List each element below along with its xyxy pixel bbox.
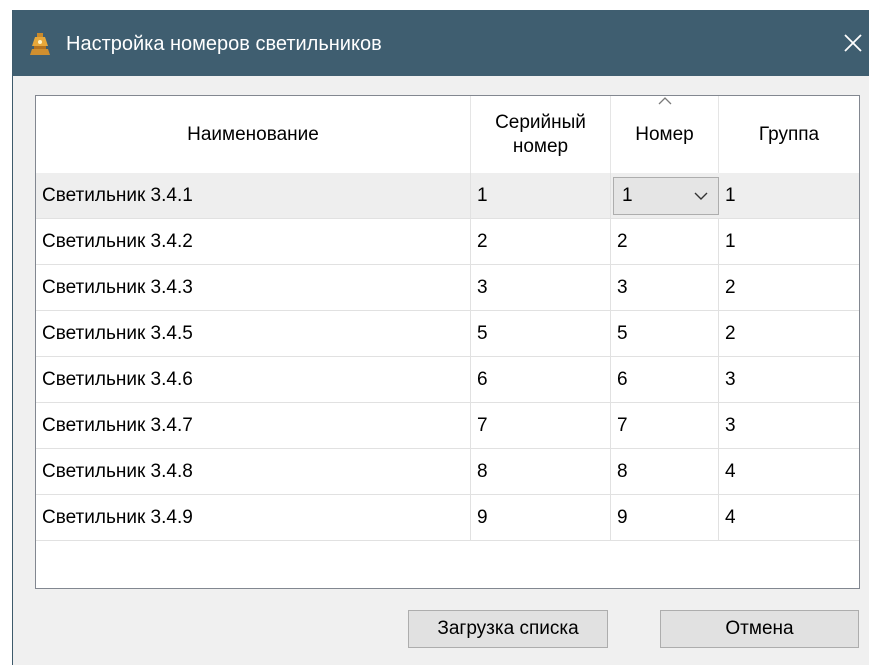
cell-number[interactable]: 3 [611, 265, 719, 310]
cell-serial[interactable]: 6 [471, 357, 611, 402]
cell-group[interactable]: 1 [719, 219, 859, 264]
table-row[interactable]: Светильник 3.4.7 7 7 3 [36, 403, 859, 449]
lamp-icon [30, 33, 50, 55]
cancel-button[interactable]: Отмена [660, 610, 859, 648]
cell-serial[interactable]: 1 [471, 173, 611, 218]
cell-group[interactable]: 3 [719, 357, 859, 402]
column-header-number[interactable]: Номер [611, 96, 719, 173]
cell-number[interactable]: 8 [611, 449, 719, 494]
cell-name[interactable]: Светильник 3.4.8 [36, 449, 471, 494]
cell-serial[interactable]: 5 [471, 311, 611, 356]
fixtures-table[interactable]: Наименование Серийный номер Номер Группа… [35, 95, 860, 589]
dialog-window: Настройка номеров светильников Наименова… [12, 10, 869, 665]
cell-name[interactable]: Светильник 3.4.1 [36, 173, 471, 218]
table-row[interactable]: Светильник 3.4.1 1 1 1 [36, 173, 859, 219]
cell-number[interactable]: 2 [611, 219, 719, 264]
table-row[interactable]: Светильник 3.4.2 2 2 1 [36, 219, 859, 265]
cell-number[interactable]: 9 [611, 495, 719, 540]
cell-name[interactable]: Светильник 3.4.2 [36, 219, 471, 264]
title-bar[interactable]: Настройка номеров светильников [13, 10, 869, 76]
number-combobox[interactable]: 1 [613, 177, 719, 215]
cell-group[interactable]: 2 [719, 311, 859, 356]
cell-serial[interactable]: 7 [471, 403, 611, 448]
close-button[interactable] [836, 24, 869, 62]
cell-serial[interactable]: 3 [471, 265, 611, 310]
cell-group[interactable]: 1 [719, 173, 859, 218]
column-header-name[interactable]: Наименование [36, 96, 471, 173]
column-header-label: Номер [635, 123, 694, 145]
cell-number[interactable]: 6 [611, 357, 719, 402]
table-row[interactable]: Светильник 3.4.9 9 9 4 [36, 495, 859, 541]
cell-name[interactable]: Светильник 3.4.5 [36, 311, 471, 356]
cell-group[interactable]: 3 [719, 403, 859, 448]
cell-group[interactable]: 4 [719, 495, 859, 540]
cell-name[interactable]: Светильник 3.4.7 [36, 403, 471, 448]
table-row[interactable]: Светильник 3.4.3 3 3 2 [36, 265, 859, 311]
window-title: Настройка номеров светильников [66, 33, 382, 55]
column-header-label: Серийный номер [495, 111, 586, 157]
cell-number[interactable]: 5 [611, 311, 719, 356]
cell-name[interactable]: Светильник 3.4.3 [36, 265, 471, 310]
column-header-label: Группа [758, 123, 820, 145]
cell-serial[interactable]: 2 [471, 219, 611, 264]
table-row[interactable]: Светильник 3.4.8 8 8 4 [36, 449, 859, 495]
cell-serial[interactable]: 9 [471, 495, 611, 540]
cell-group[interactable]: 2 [719, 265, 859, 310]
table-row[interactable]: Светильник 3.4.6 6 6 3 [36, 357, 859, 403]
close-icon [844, 34, 862, 52]
column-header-label: Наименование [187, 123, 319, 145]
number-combobox-value: 1 [622, 185, 633, 206]
table-row[interactable]: Светильник 3.4.5 5 5 2 [36, 311, 859, 357]
column-header-group[interactable]: Группа [719, 96, 859, 173]
cell-group[interactable]: 4 [719, 449, 859, 494]
cell-name[interactable]: Светильник 3.4.6 [36, 357, 471, 402]
cell-serial[interactable]: 8 [471, 449, 611, 494]
chevron-down-icon [694, 192, 708, 200]
cell-name[interactable]: Светильник 3.4.9 [36, 495, 471, 540]
load-list-button[interactable]: Загрузка списка [408, 610, 608, 648]
sort-ascending-icon [658, 97, 671, 105]
column-header-serial[interactable]: Серийный номер [471, 96, 611, 173]
cell-number[interactable]: 7 [611, 403, 719, 448]
